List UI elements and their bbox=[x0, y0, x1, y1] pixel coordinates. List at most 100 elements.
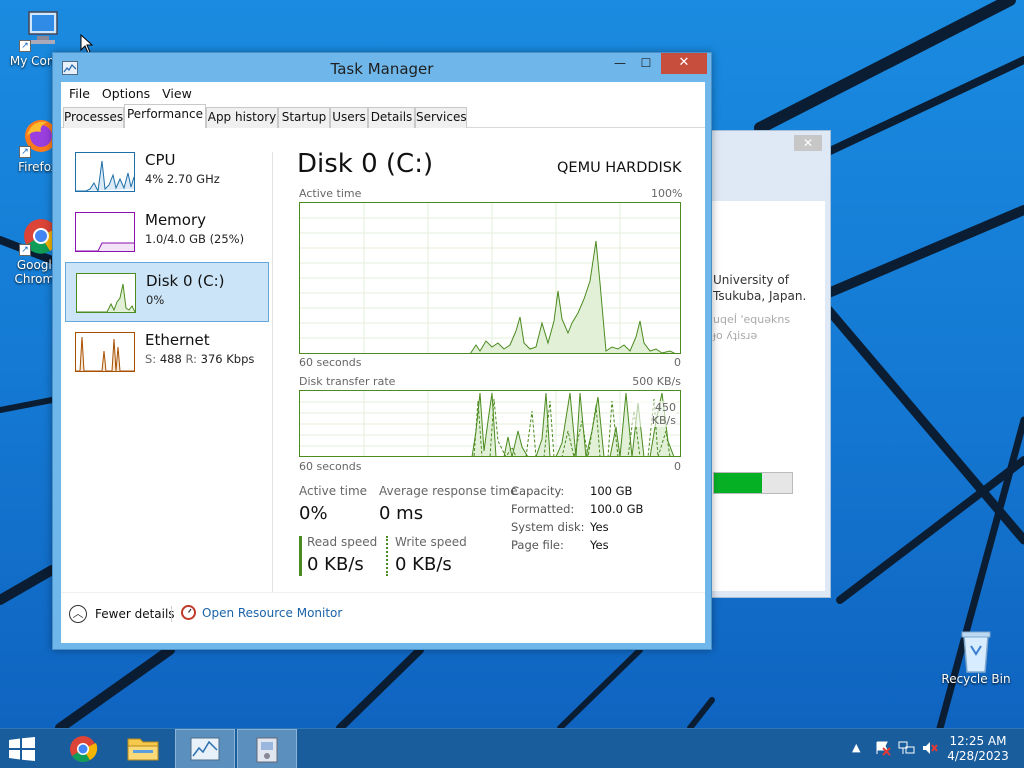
resource-item-name: Memory bbox=[145, 211, 207, 229]
capacity-value: 100 GB bbox=[590, 484, 633, 498]
tab-processes[interactable]: Processes bbox=[63, 107, 124, 128]
page-file-value: Yes bbox=[590, 538, 609, 552]
transfer-rate-graph-label: Disk transfer rate bbox=[299, 375, 396, 388]
resource-item-name: Ethernet bbox=[145, 331, 210, 349]
active-time-value: 0% bbox=[299, 503, 328, 524]
tab-performance[interactable]: Performance bbox=[124, 104, 206, 129]
setup-icon bbox=[256, 737, 278, 763]
taskbar-file-explorer[interactable] bbox=[113, 729, 173, 768]
resource-item-sub: 4% 2.70 GHz bbox=[145, 172, 220, 186]
read-speed-value: 0 KB/s bbox=[307, 554, 364, 575]
pane-divider bbox=[272, 152, 273, 592]
resource-item-cpu[interactable]: CPU 4% 2.70 GHz bbox=[65, 142, 269, 202]
background-window[interactable]: ✕ University of Tsukuba, Japan. uqeÍ 'eq… bbox=[700, 130, 831, 598]
taskbar-setup-app[interactable] bbox=[237, 729, 297, 768]
detail-title: Disk 0 (C:) bbox=[297, 149, 434, 179]
active-time-label: Active time bbox=[299, 484, 368, 498]
open-resource-monitor-link[interactable]: Open Resource Monitor bbox=[181, 605, 342, 620]
resource-item-memory[interactable]: Memory 1.0/4.0 GB (25%) bbox=[65, 202, 269, 262]
formatted-label: Formatted: bbox=[511, 502, 575, 516]
shortcut-arrow-icon: ↗ bbox=[19, 146, 31, 158]
tab-startup[interactable]: Startup bbox=[278, 107, 330, 128]
active-time-graph-max: 100% bbox=[651, 187, 683, 200]
write-speed-indicator bbox=[386, 536, 389, 576]
taskbar-task-manager[interactable] bbox=[175, 729, 235, 768]
volume-muted-icon[interactable] bbox=[921, 740, 939, 759]
transfer-rate-graph: 450 KB/s bbox=[299, 390, 681, 457]
active-time-graph-label: Active time bbox=[299, 187, 362, 200]
transfer-rate-graph-max: 500 KB/s bbox=[632, 375, 681, 388]
background-window-close-button[interactable]: ✕ bbox=[794, 135, 822, 151]
menu-bar: File Options View bbox=[61, 82, 705, 104]
resource-list: CPU 4% 2.70 GHz Memory 1.0/4.0 GB (25%) … bbox=[61, 128, 275, 598]
background-window-text: University of bbox=[713, 273, 789, 287]
write-speed-label: Write speed bbox=[395, 535, 467, 549]
system-disk-label: System disk: bbox=[511, 520, 585, 534]
avg-response-value: 0 ms bbox=[379, 503, 424, 524]
mouse-cursor-icon bbox=[80, 34, 94, 54]
read-speed-label: Read speed bbox=[307, 535, 378, 549]
clock-time: 12:25 AM bbox=[949, 734, 1007, 748]
shortcut-arrow-icon: ↗ bbox=[19, 40, 31, 52]
minimize-button[interactable]: — bbox=[607, 54, 633, 74]
active-time-graph-time: 60 seconds bbox=[299, 356, 362, 369]
chevron-up-icon: ︿ bbox=[69, 605, 87, 623]
receive-label: R: bbox=[185, 352, 197, 366]
resource-item-disk[interactable]: Disk 0 (C:) 0% bbox=[65, 262, 269, 322]
transfer-rate-graph-min: 0 bbox=[674, 460, 681, 473]
title-bar[interactable]: Task Manager — ☐ ✕ bbox=[53, 53, 711, 83]
task-manager-window[interactable]: Task Manager — ☐ ✕ File Options View Pro… bbox=[52, 52, 712, 650]
menu-options[interactable]: Options bbox=[96, 86, 156, 101]
fewer-details-label: Fewer details bbox=[95, 607, 175, 621]
tab-users[interactable]: Users bbox=[330, 107, 368, 128]
tab-services[interactable]: Services bbox=[415, 107, 467, 128]
chrome-icon bbox=[70, 736, 98, 763]
background-window-text: Tsukuba, Japan. bbox=[713, 289, 807, 303]
page-file-label: Page file: bbox=[511, 538, 564, 552]
desktop-icon-label: Recycle Bin bbox=[941, 672, 1011, 686]
fewer-details-button[interactable]: ︿ Fewer details bbox=[69, 605, 175, 623]
avg-response-label: Average response time bbox=[379, 484, 518, 498]
cpu-thumbnail-graph bbox=[75, 152, 135, 192]
tab-app-history[interactable]: App history bbox=[206, 107, 278, 128]
action-center-icon[interactable] bbox=[875, 740, 891, 759]
maximize-button[interactable]: ☐ bbox=[633, 54, 659, 74]
footer-separator bbox=[171, 606, 172, 622]
menu-file[interactable]: File bbox=[63, 86, 96, 101]
taskbar: ▲ 12:25 AM 4/28/2023 bbox=[0, 728, 1024, 768]
write-speed-value: 0 KB/s bbox=[395, 554, 452, 575]
formatted-value: 100.0 GB bbox=[590, 502, 644, 516]
transfer-rate-graph-time: 60 seconds bbox=[299, 460, 362, 473]
disk-thumbnail-graph bbox=[76, 273, 136, 313]
folder-icon bbox=[127, 738, 159, 761]
desktop-icon-recycle-bin[interactable]: Recycle Bin bbox=[938, 628, 1014, 686]
system-clock[interactable]: 12:25 AM 4/28/2023 bbox=[938, 734, 1018, 764]
shortcut-arrow-icon: ↗ bbox=[19, 244, 31, 256]
receive-value: 376 Kbps bbox=[200, 352, 255, 366]
resource-item-ethernet[interactable]: Ethernet S: 488 R: 376 Kbps bbox=[65, 322, 269, 382]
background-window-progress-bar bbox=[713, 472, 793, 494]
recycle-bin-icon bbox=[955, 628, 997, 673]
resource-item-sub: 0% bbox=[146, 293, 165, 307]
open-resource-monitor-label: Open Resource Monitor bbox=[202, 605, 343, 620]
tab-strip: Processes Performance App history Startu… bbox=[61, 104, 705, 129]
resource-item-sub: 1.0/4.0 GB (25%) bbox=[145, 232, 245, 246]
progress-fill bbox=[714, 473, 763, 493]
tab-details[interactable]: Details bbox=[368, 107, 415, 128]
resource-item-name: CPU bbox=[145, 151, 176, 169]
menu-view[interactable]: View bbox=[156, 86, 198, 101]
active-time-graph bbox=[299, 202, 681, 354]
close-button[interactable]: ✕ bbox=[661, 53, 707, 74]
background-window-content bbox=[711, 201, 825, 591]
show-hidden-icons-button[interactable]: ▲ bbox=[852, 741, 860, 754]
clock-date: 4/28/2023 bbox=[947, 749, 1009, 763]
background-window-faded-text: ɟo ʎʇisɹə bbox=[713, 329, 758, 342]
transfer-rate-graph-mid: 450 KB/s bbox=[632, 401, 676, 427]
taskbar-chrome[interactable] bbox=[53, 729, 113, 768]
send-value: 488 bbox=[159, 352, 182, 366]
resource-item-name: Disk 0 (C:) bbox=[146, 272, 225, 290]
windows-logo-icon bbox=[9, 737, 35, 761]
resource-monitor-icon bbox=[181, 605, 196, 620]
network-icon[interactable] bbox=[898, 740, 916, 759]
start-button[interactable] bbox=[8, 737, 36, 761]
